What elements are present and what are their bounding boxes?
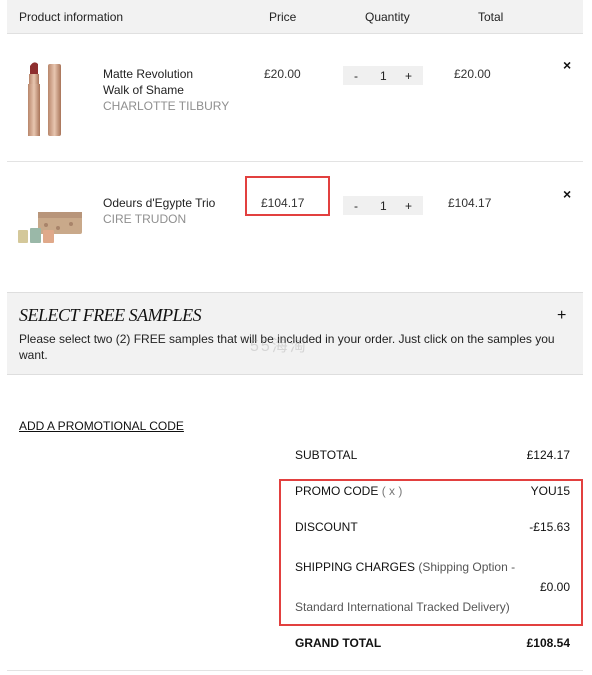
- quantity-increase-button[interactable]: +: [405, 199, 412, 213]
- shipping-option-note: (Shipping Option -: [418, 560, 516, 574]
- discount-label: DISCOUNT: [295, 520, 358, 534]
- shipping-value: £0.00: [539, 580, 570, 594]
- header-price: Price: [269, 10, 297, 24]
- promo-code-value: YOU15: [530, 484, 570, 498]
- candle-trio-product-image[interactable]: [16, 208, 84, 248]
- product-name-2[interactable]: Odeurs d'Egypte Trio CIRE TRUDON: [103, 195, 215, 227]
- quantity-stepper: - 1 +: [343, 66, 423, 85]
- remove-item-icon[interactable]: ×: [563, 186, 571, 202]
- subtotal-label: SUBTOTAL: [295, 448, 358, 462]
- price-highlight-box: [245, 176, 330, 216]
- product-shade[interactable]: Walk of Shame: [103, 82, 229, 98]
- promo-code-label-text: PROMO CODE: [295, 484, 379, 498]
- quantity-decrease-button[interactable]: -: [354, 199, 358, 213]
- lipstick-product-image[interactable]: [26, 60, 66, 138]
- discount-value: -£15.63: [529, 520, 570, 534]
- item-total: £104.17: [448, 196, 492, 210]
- product-name-line[interactable]: Odeurs d'Egypte Trio: [103, 195, 215, 211]
- quantity-value[interactable]: 1: [380, 69, 387, 83]
- free-samples-title: SELECT FREE SAMPLES: [19, 305, 202, 325]
- shipping-label-text: SHIPPING CHARGES: [295, 560, 416, 574]
- remove-promo-link[interactable]: ( x ): [382, 484, 403, 498]
- watermark: 55海淘: [250, 338, 308, 355]
- product-name-1[interactable]: Matte Revolution Walk of Shame CHARLOTTE…: [103, 66, 229, 114]
- shipping-label: SHIPPING CHARGES (Shipping Option -: [295, 560, 515, 574]
- header-product-info: Product information: [19, 10, 124, 24]
- shipping-method-note: Standard International Tracked Delivery): [295, 600, 510, 614]
- cart-table-header: Product information Price Quantity Total: [7, 0, 583, 34]
- item-price: £20.00: [264, 67, 301, 81]
- product-name-line[interactable]: Matte Revolution: [103, 66, 229, 82]
- header-total: Total: [478, 10, 504, 24]
- subtotal-value: £124.17: [526, 448, 570, 462]
- quantity-increase-button[interactable]: +: [405, 69, 412, 83]
- quantity-value[interactable]: 1: [380, 199, 387, 213]
- product-brand: CIRE TRUDON: [103, 212, 187, 226]
- header-quantity: Quantity: [365, 10, 410, 24]
- quantity-decrease-button[interactable]: -: [354, 69, 358, 83]
- expand-samples-icon[interactable]: +: [557, 307, 566, 325]
- add-promo-code-link[interactable]: ADD A PROMOTIONAL CODE: [19, 419, 184, 433]
- bottom-divider: [7, 670, 583, 671]
- promo-code-label: PROMO CODE ( x ): [295, 484, 402, 498]
- grand-total-value: £108.54: [526, 636, 570, 650]
- item-total: £20.00: [454, 67, 491, 81]
- remove-item-icon[interactable]: ×: [563, 57, 571, 73]
- product-brand: CHARLOTTE TILBURY: [103, 99, 230, 113]
- grand-total-label: GRAND TOTAL: [295, 636, 382, 650]
- quantity-stepper: - 1 +: [343, 196, 423, 215]
- row-divider: [7, 161, 583, 162]
